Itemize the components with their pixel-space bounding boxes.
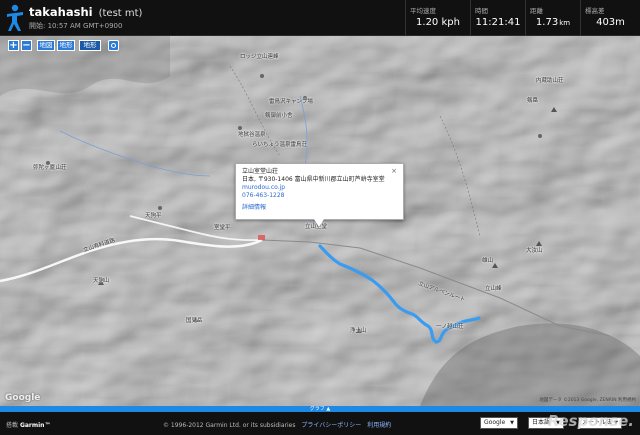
map-label: 室堂平: [214, 225, 231, 231]
stat-label: 時間: [475, 7, 488, 15]
stat-value: 1.20 kph: [416, 17, 460, 28]
close-icon[interactable]: ×: [391, 167, 397, 175]
copyright: © 1996-2012 Garmin Ltd. or its subsidiar…: [163, 420, 391, 429]
stat-label: 距離: [530, 7, 543, 15]
place-url-link[interactable]: murodou.co.jp: [242, 184, 397, 192]
stat-elevation-gain: 標高差 403m: [580, 0, 640, 36]
map-label: 天狗平: [145, 213, 162, 219]
map-mode-terrain-button[interactable]: 地形: [57, 40, 75, 51]
map-mode-map-button[interactable]: 地図: [37, 40, 55, 51]
start-time: 開始: 10:57 AM GMT+0900: [29, 22, 123, 30]
stat-unit: km: [559, 19, 571, 27]
place-info-window: × 立山室堂山荘 日本, 〒930-1406 富山県中新川郡立山町芦峅寺室堂 m…: [235, 163, 404, 227]
stat-label: 平均速度: [410, 7, 436, 15]
stat-value: 1.73km: [526, 17, 580, 28]
map-label: 雄山: [482, 258, 494, 264]
activity-title: takahashi (test mt): [29, 5, 142, 19]
copyright-text: © 1996-2012 Garmin Ltd. or its subsidiar…: [163, 422, 296, 429]
map-label: 大汝山: [526, 248, 543, 254]
map-label: ロッジ立山連峰: [240, 54, 279, 60]
stat-value: 11:21:41: [475, 17, 521, 28]
activity-name: (test mt): [98, 8, 143, 19]
map-label: 国見岳: [186, 318, 203, 324]
stat-label: 標高差: [585, 7, 605, 15]
map-provider-select[interactable]: Google ▼: [480, 417, 518, 429]
crosshair-icon: [111, 43, 116, 48]
place-details-link[interactable]: 詳細情報: [242, 204, 397, 212]
info-window-pointer: [314, 219, 324, 227]
response-watermark: Response.: [547, 412, 634, 430]
app-window: takahashi (test mt) 開始: 10:57 AM GMT+090…: [0, 0, 640, 435]
powered-by-label: 搭載: [6, 422, 19, 429]
map-label: 立山峰: [485, 286, 502, 292]
terms-link[interactable]: 利用規約: [367, 422, 391, 429]
map-label: 剱岳: [527, 98, 539, 104]
map-label: 弥陀ヶ原: [33, 165, 56, 171]
map-label: 地獄谷温泉: [238, 132, 266, 138]
map-label: らいちょう温泉雷鳥荘: [252, 142, 308, 148]
stat-value: 403m: [596, 17, 625, 28]
stat-distance: 距離 1.73km: [525, 0, 580, 36]
hiker-icon: [7, 4, 23, 31]
locate-button[interactable]: [108, 40, 119, 51]
map-mode-relief-button[interactable]: 地形: [79, 40, 101, 51]
map-label: 内蔵助山荘: [536, 78, 564, 84]
map-attribution[interactable]: 地図データ ©2013 Google, ZENRIN 利用規約: [539, 397, 636, 403]
place-phone-link[interactable]: 076-463-1228: [242, 192, 397, 200]
map-label: 天狗山: [93, 278, 110, 284]
stat-number: 1.73: [535, 17, 559, 28]
map-label: 一ノ越山荘: [436, 324, 464, 330]
footer-bar: 搭載 Garmin™ © 1996-2012 Garmin Ltd. or it…: [0, 412, 640, 435]
map-label: 浄土山: [350, 328, 367, 334]
place-title: 立山室堂山荘: [242, 168, 279, 175]
user-name: takahashi: [29, 5, 93, 19]
powered-by: 搭載 Garmin™: [6, 420, 50, 429]
header-bar: takahashi (test mt) 開始: 10:57 AM GMT+090…: [0, 0, 640, 36]
place-address: 日本, 〒930-1406 富山県中新川郡立山町芦峅寺室堂: [242, 176, 385, 183]
privacy-policy-link[interactable]: プライバシーポリシー: [301, 422, 361, 429]
zoom-in-button[interactable]: +: [8, 40, 19, 51]
garmin-logo: Garmin™: [19, 422, 51, 429]
stat-avg-speed: 平均速度 1.20 kph: [405, 0, 470, 36]
map-provider-value: Google: [484, 419, 506, 426]
stat-time: 時間 11:21:41: [470, 0, 525, 36]
map-label: 雷鳥沢キャンプ場: [269, 99, 313, 105]
map-label: 剱御前小舎: [265, 113, 293, 119]
chevron-down-icon: ▼: [510, 420, 514, 426]
zoom-out-button[interactable]: −: [21, 40, 32, 51]
google-logo: Google: [5, 393, 41, 403]
